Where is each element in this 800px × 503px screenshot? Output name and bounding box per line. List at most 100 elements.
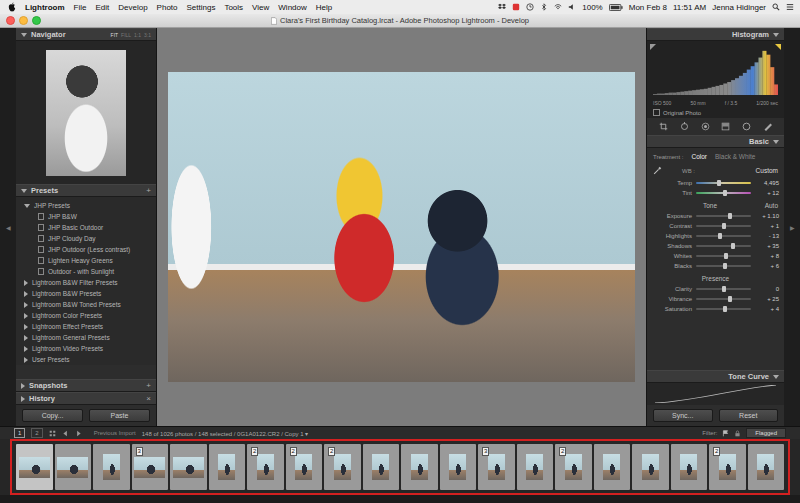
tone-curve-header[interactable]: Tone Curve: [647, 370, 784, 383]
shadow-clipping-icon[interactable]: [650, 44, 656, 50]
menu-item[interactable]: Window: [278, 3, 306, 12]
zoom-option[interactable]: FIT: [111, 32, 119, 38]
menu-item[interactable]: Tools: [224, 3, 243, 12]
original-photo-checkbox[interactable]: [653, 109, 660, 116]
slider-track[interactable]: [696, 288, 751, 290]
panel-button[interactable]: Sync...: [653, 409, 713, 422]
collapse-arrow[interactable]: ▶: [790, 224, 795, 231]
close-button[interactable]: [6, 16, 15, 25]
folder-triangle-icon[interactable]: [24, 357, 28, 363]
stack-badge[interactable]: 2: [290, 447, 297, 456]
menu-item[interactable]: Develop: [118, 3, 147, 12]
menu-item[interactable]: Photo: [157, 3, 178, 12]
highlight-clipping-icon[interactable]: [775, 44, 781, 50]
battery-icon[interactable]: [609, 4, 623, 11]
filmstrip-thumbnail[interactable]: [16, 444, 53, 490]
filmstrip-thumbnail[interactable]: [401, 444, 438, 490]
wb-dropdown[interactable]: Custom: [756, 167, 778, 174]
auto-tone-button[interactable]: Auto: [765, 202, 778, 209]
slider-track[interactable]: [696, 235, 751, 237]
zoom-option[interactable]: 1:1: [134, 32, 141, 38]
expand-triangle-icon[interactable]: [21, 33, 27, 37]
right-panel-toggle[interactable]: ▶: [784, 28, 800, 426]
folder-triangle-icon[interactable]: [24, 335, 28, 341]
presets-header[interactable]: Presets+: [16, 184, 156, 197]
slider-value[interactable]: - 13: [755, 233, 779, 239]
preset-folder[interactable]: JHP Presets: [16, 200, 156, 211]
navigator-header[interactable]: NavigatorFITFILL1:13:1: [16, 28, 156, 41]
slider-value[interactable]: + 6: [755, 263, 779, 269]
slider-thumb[interactable]: [717, 180, 721, 186]
filmstrip-thumbnail[interactable]: [93, 444, 130, 490]
navigator-preview[interactable]: [16, 41, 156, 184]
photo-info[interactable]: 148 of 1026 photos / 148 selected / 0G1A…: [142, 430, 308, 437]
preset-folder[interactable]: Lightroom B&W Toned Presets: [16, 299, 156, 310]
filmstrip-thumbnail[interactable]: [55, 444, 92, 490]
preset-folder[interactable]: Lightroom B&W Presets: [16, 288, 156, 299]
adjustment-brush-icon[interactable]: [763, 122, 772, 131]
filmstrip-thumbnail[interactable]: [440, 444, 477, 490]
collapse-arrow[interactable]: ◀: [6, 224, 11, 231]
volume-icon[interactable]: [568, 3, 576, 11]
radial-filter-icon[interactable]: [742, 122, 751, 131]
preset-item[interactable]: JHP Outdoor (Less contrast): [16, 244, 156, 255]
folder-triangle-icon[interactable]: [24, 324, 28, 330]
preset-item[interactable]: Lighten Heavy Greens: [16, 255, 156, 266]
add-preset-button[interactable]: +: [146, 186, 151, 195]
left-panel-toggle[interactable]: ◀: [0, 28, 16, 426]
apple-icon[interactable]: [8, 2, 16, 12]
slider-thumb[interactable]: [718, 233, 722, 239]
spot-removal-icon[interactable]: [680, 122, 689, 131]
preset-item[interactable]: JHP Basic Outdoor: [16, 222, 156, 233]
grid-icon[interactable]: [49, 430, 56, 437]
preset-folder[interactable]: Lightroom Video Presets: [16, 343, 156, 354]
folder-triangle-icon[interactable]: [24, 346, 28, 352]
slider-track[interactable]: [696, 215, 751, 217]
filmstrip-thumbnail[interactable]: [209, 444, 246, 490]
slider-thumb[interactable]: [723, 306, 727, 312]
preset-folder[interactable]: User Presets: [16, 354, 156, 365]
slider-track[interactable]: [696, 192, 751, 194]
add-snapshot-button[interactable]: +: [146, 381, 151, 390]
search-icon[interactable]: [772, 3, 780, 11]
stack-badge[interactable]: 2: [713, 447, 720, 456]
filmstrip-thumbnail[interactable]: [671, 444, 708, 490]
date-text[interactable]: Mon Feb 8: [629, 3, 667, 12]
folder-triangle-icon[interactable]: [24, 291, 28, 297]
panel-button[interactable]: Reset: [719, 409, 779, 422]
main-photo[interactable]: [168, 72, 635, 382]
filmstrip-thumbnail[interactable]: 2: [709, 444, 746, 490]
filmstrip-thumbnail[interactable]: [363, 444, 400, 490]
stack-badge[interactable]: 3: [136, 447, 143, 456]
slider-thumb[interactable]: [723, 190, 727, 196]
filmstrip-thumbnail[interactable]: [632, 444, 669, 490]
slider-thumb[interactable]: [731, 243, 735, 249]
red-eye-icon[interactable]: [701, 122, 710, 131]
eyedropper-icon[interactable]: [653, 166, 662, 175]
expand-triangle-icon[interactable]: [21, 396, 25, 402]
slider-thumb[interactable]: [723, 263, 727, 269]
clock-icon[interactable]: [526, 3, 534, 11]
folder-triangle-icon[interactable]: [24, 302, 28, 308]
histogram[interactable]: [647, 41, 784, 99]
bluetooth-icon[interactable]: [540, 3, 548, 11]
stack-badge[interactable]: 2: [251, 447, 258, 456]
preset-item[interactable]: JHP Cloudy Day: [16, 233, 156, 244]
user-name[interactable]: Jenna Hidinger: [712, 3, 766, 12]
slider-value[interactable]: + 8: [755, 253, 779, 259]
stack-badge[interactable]: 2: [328, 447, 335, 456]
slider-thumb[interactable]: [724, 253, 728, 259]
slider-track[interactable]: [696, 255, 751, 257]
dropbox-icon[interactable]: [498, 3, 506, 11]
filmstrip-thumbnail[interactable]: 2: [324, 444, 361, 490]
filmstrip-thumbnail[interactable]: [517, 444, 554, 490]
zoom-option[interactable]: 3:1: [144, 32, 151, 38]
history-header[interactable]: History×: [16, 392, 156, 405]
app-status-icon[interactable]: [512, 3, 520, 11]
list-icon[interactable]: [786, 3, 794, 11]
minimize-button[interactable]: [19, 16, 28, 25]
slider-value[interactable]: 0: [755, 286, 779, 292]
view-button[interactable]: 1: [14, 428, 25, 438]
expand-triangle-icon[interactable]: [773, 375, 779, 379]
time-text[interactable]: 11:51 AM: [673, 3, 706, 12]
